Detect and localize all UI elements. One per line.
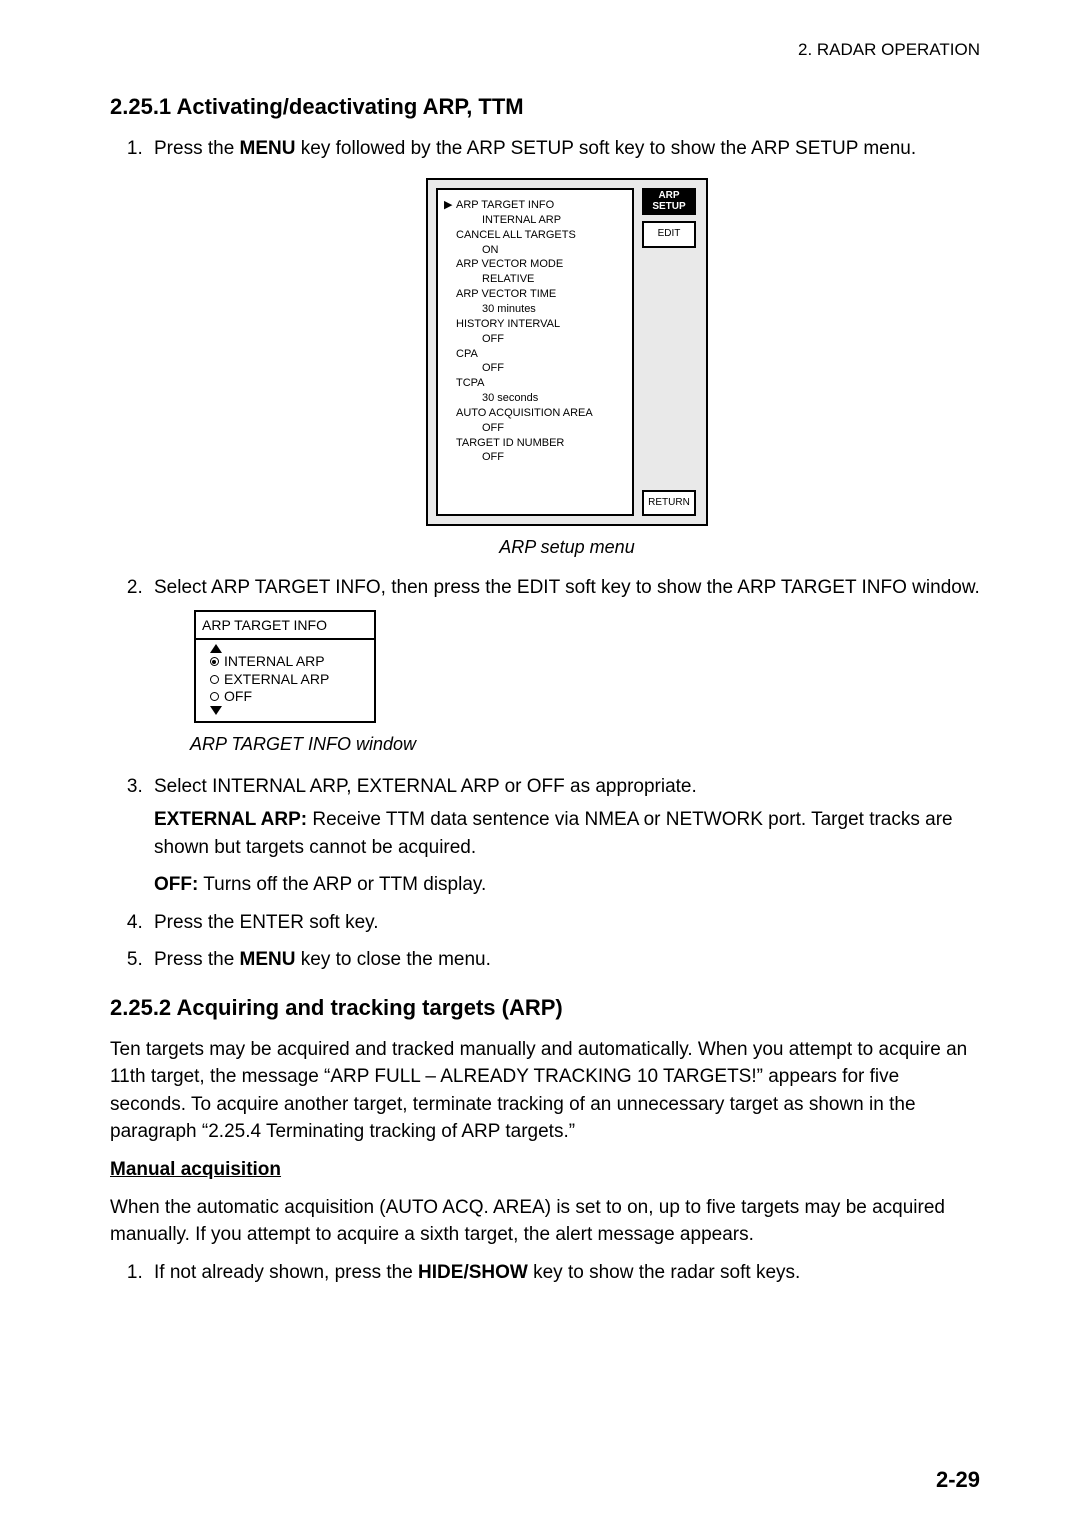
ati-option: INTERNAL ARP [224, 653, 325, 671]
menu-item: ARP VECTOR TIME [456, 287, 556, 302]
arp-menu-list: ▶ARP TARGET INFO INTERNAL ARP CANCEL ALL… [436, 188, 634, 516]
arrow-down-icon [210, 706, 222, 715]
radio-selected-icon [210, 657, 219, 666]
selection-arrow-icon: ▶ [444, 198, 456, 213]
page-number: 2-29 [936, 1464, 980, 1496]
menu-item: ARP VECTOR MODE [456, 257, 563, 272]
manual-acq-label: Manual acquisition [110, 1159, 281, 1180]
ext-arp-label: EXTERNAL ARP: [154, 809, 307, 830]
edit-softkey: EDIT [642, 221, 696, 248]
menu-item: CPA [456, 347, 478, 362]
menu-item: AUTO ACQUISITION AREA [456, 406, 593, 421]
section-heading-2252: 2.25.2 Acquiring and tracking targets (A… [110, 992, 980, 1024]
sec2-para: Ten targets may be acquired and tracked … [110, 1036, 980, 1146]
off-text: Turns off the ARP or TTM display. [198, 874, 486, 895]
menu-item: TARGET ID NUMBER [456, 436, 564, 451]
radio-icon [210, 692, 219, 701]
figure-caption-2: ARP TARGET INFO window [190, 731, 980, 757]
running-header: 2. RADAR OPERATION [110, 38, 980, 63]
external-arp-note: EXTERNAL ARP: Receive TTM data sentence … [154, 806, 980, 861]
off-label: OFF: [154, 874, 198, 895]
menu-item: CANCEL ALL TARGETS [456, 228, 576, 243]
step5-menu-key: MENU [240, 949, 296, 970]
ms1-post: key to show the radar soft keys. [528, 1262, 800, 1283]
off-note: OFF: Turns off the ARP or TTM display. [154, 871, 980, 899]
steps-list-2: If not already shown, press the HIDE/SHO… [124, 1259, 980, 1287]
menu-item: TCPA [456, 376, 485, 391]
ati-option: OFF [224, 688, 252, 706]
step-4: Press the ENTER soft key. [148, 909, 980, 937]
menu-value: OFF [444, 332, 626, 347]
step3-text: Select INTERNAL ARP, EXTERNAL ARP or OFF… [154, 776, 697, 797]
figure-arp-setup: ▶ARP TARGET INFO INTERNAL ARP CANCEL ALL… [154, 178, 980, 526]
step-1: Press the MENU key followed by the ARP S… [148, 135, 980, 561]
step5-post: key to close the menu. [296, 949, 491, 970]
figure-arp-target-info: ARP TARGET INFO INTERNAL ARP EXTERNAL AR… [194, 610, 980, 723]
return-softkey: RETURN [642, 490, 696, 517]
softkey-title: ARPSETUP [642, 188, 696, 215]
manual-step-1: If not already shown, press the HIDE/SHO… [148, 1259, 980, 1287]
step-2: Select ARP TARGET INFO, then press the E… [148, 574, 980, 756]
menu-value: INTERNAL ARP [444, 213, 626, 228]
hide-show-key: HIDE/SHOW [418, 1262, 528, 1283]
softkey-column: ARPSETUP EDIT RETURN [634, 188, 698, 516]
arp-target-info-window: ARP TARGET INFO INTERNAL ARP EXTERNAL AR… [194, 610, 376, 723]
manual-acq-heading: Manual acquisition [110, 1156, 980, 1184]
menu-value: ON [444, 243, 626, 258]
step-3: Select INTERNAL ARP, EXTERNAL ARP or OFF… [148, 773, 980, 899]
steps-list-1: Press the MENU key followed by the ARP S… [124, 135, 980, 974]
radio-icon [210, 675, 219, 684]
menu-value: OFF [444, 450, 626, 465]
step1-menu-key: MENU [240, 138, 296, 159]
menu-item: HISTORY INTERVAL [456, 317, 560, 332]
manual-acq-para: When the automatic acquisition (AUTO ACQ… [110, 1194, 980, 1249]
menu-item: ARP TARGET INFO [456, 198, 554, 213]
ms1-pre: If not already shown, press the [154, 1262, 418, 1283]
arp-setup-screen: ▶ARP TARGET INFO INTERNAL ARP CANCEL ALL… [426, 178, 708, 526]
menu-value: OFF [444, 421, 626, 436]
ati-title: ARP TARGET INFO [196, 612, 374, 640]
step5-pre: Press the [154, 949, 240, 970]
figure-caption-1: ARP setup menu [154, 534, 980, 560]
menu-value: OFF [444, 361, 626, 376]
section-heading-2251: 2.25.1 Activating/deactivating ARP, TTM [110, 91, 980, 123]
step2-text: Select ARP TARGET INFO, then press the E… [154, 577, 980, 598]
step-5: Press the MENU key to close the menu. [148, 946, 980, 974]
arrow-up-icon [210, 644, 222, 653]
step1-post: key followed by the ARP SETUP soft key t… [296, 138, 917, 159]
step1-pre: Press the [154, 138, 240, 159]
menu-value: 30 seconds [444, 391, 626, 406]
menu-value: 30 minutes [444, 302, 626, 317]
ati-option: EXTERNAL ARP [224, 671, 329, 689]
menu-value: RELATIVE [444, 272, 626, 287]
